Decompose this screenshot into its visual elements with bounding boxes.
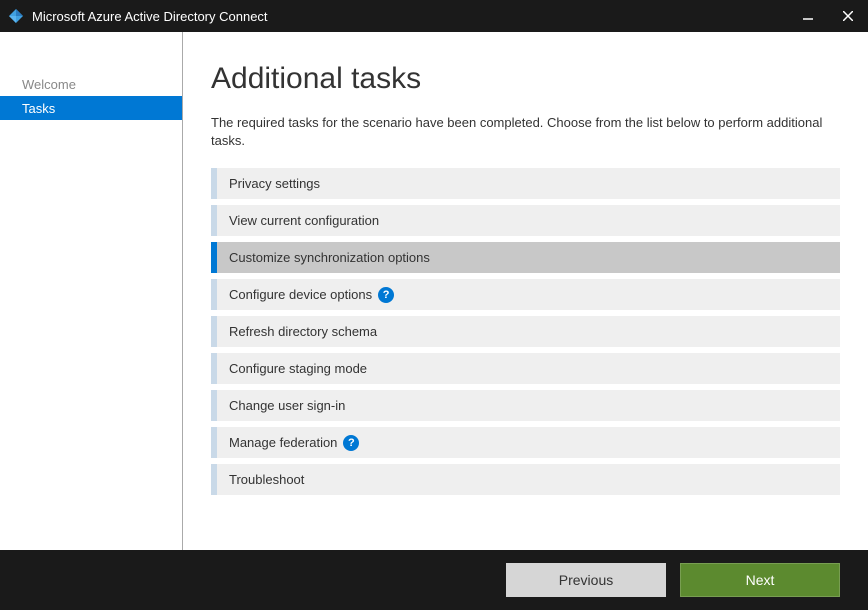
task-label: Privacy settings (229, 176, 320, 191)
task-staging-mode[interactable]: Configure staging mode (211, 353, 840, 384)
previous-button[interactable]: Previous (506, 563, 666, 597)
footer: Previous Next (0, 550, 868, 610)
task-accent (211, 316, 217, 347)
task-change-signin[interactable]: Change user sign-in (211, 390, 840, 421)
task-label: Configure device options (229, 287, 372, 302)
help-icon[interactable]: ? (378, 287, 394, 303)
task-label: Manage federation (229, 435, 337, 450)
next-button[interactable]: Next (680, 563, 840, 597)
task-label: Change user sign-in (229, 398, 345, 413)
sidebar-item-label: Tasks (22, 101, 55, 116)
task-label: Refresh directory schema (229, 324, 377, 339)
task-label: Customize synchronization options (229, 250, 430, 265)
task-configure-device[interactable]: Configure device options ? (211, 279, 840, 310)
azure-logo-icon (8, 8, 24, 24)
task-view-configuration[interactable]: View current configuration (211, 205, 840, 236)
titlebar: Microsoft Azure Active Directory Connect (0, 0, 868, 32)
task-label: View current configuration (229, 213, 379, 228)
task-privacy-settings[interactable]: Privacy settings (211, 168, 840, 199)
content-body: Welcome Tasks Additional tasks The requi… (0, 32, 868, 550)
task-label: Troubleshoot (229, 472, 304, 487)
task-accent (211, 205, 217, 236)
main-panel: Additional tasks The required tasks for … (183, 32, 868, 550)
page-heading: Additional tasks (211, 62, 840, 96)
task-accent (211, 353, 217, 384)
task-refresh-schema[interactable]: Refresh directory schema (211, 316, 840, 347)
task-label: Configure staging mode (229, 361, 367, 376)
close-button[interactable] (828, 0, 868, 32)
task-accent (211, 464, 217, 495)
task-list: Privacy settings View current configurat… (211, 168, 840, 495)
sidebar-item-welcome[interactable]: Welcome (0, 72, 182, 96)
task-troubleshoot[interactable]: Troubleshoot (211, 464, 840, 495)
task-customize-sync[interactable]: Customize synchronization options (211, 242, 840, 273)
task-accent (211, 242, 217, 273)
minimize-button[interactable] (788, 0, 828, 32)
task-accent (211, 168, 217, 199)
task-accent (211, 390, 217, 421)
task-accent (211, 279, 217, 310)
task-accent (211, 427, 217, 458)
page-description: The required tasks for the scenario have… (211, 114, 840, 150)
sidebar: Welcome Tasks (0, 32, 183, 550)
window-title: Microsoft Azure Active Directory Connect (32, 9, 788, 24)
sidebar-item-tasks[interactable]: Tasks (0, 96, 182, 120)
task-manage-federation[interactable]: Manage federation ? (211, 427, 840, 458)
help-icon[interactable]: ? (343, 435, 359, 451)
sidebar-item-label: Welcome (22, 77, 76, 92)
